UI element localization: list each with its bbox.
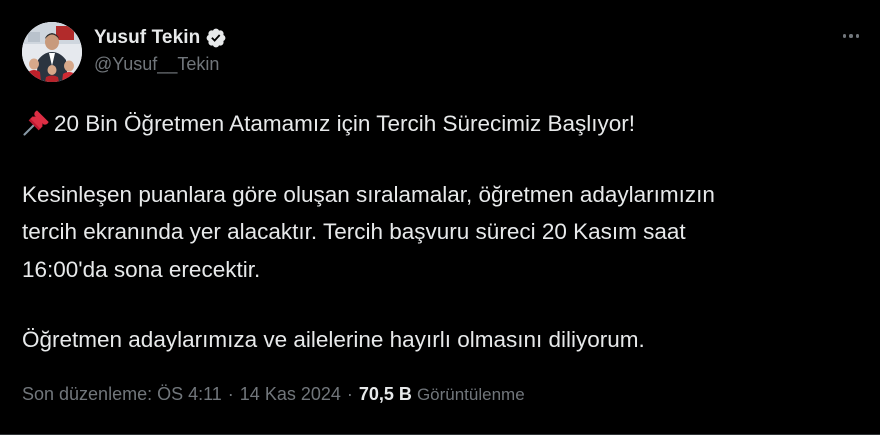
author-name-row: Yusuf Tekin xyxy=(94,26,227,50)
views-label: Görüntülenme xyxy=(416,384,525,404)
tweet-date[interactable]: 14 Kas 2024 xyxy=(240,384,341,405)
tweet-title: 20 Bin Öğretmen Atamamız için Tercih Sür… xyxy=(22,105,852,143)
avatar-photo xyxy=(22,22,82,82)
verified-badge-icon[interactable] xyxy=(205,27,227,49)
views-count: 70,5 B xyxy=(358,384,412,404)
tweet-card: Yusuf Tekin @Yusuf__Tekin 20 Bin Öğretme… xyxy=(0,0,880,435)
tweet-meta: Son düzenleme: ÖS 4:11 · 14 Kas 2024 · 7… xyxy=(22,384,525,405)
author-handle[interactable]: @Yusuf__Tekin xyxy=(94,54,227,75)
author-block: Yusuf Tekin @Yusuf__Tekin xyxy=(94,26,227,75)
meta-separator: · xyxy=(227,384,234,404)
avatar[interactable] xyxy=(22,22,82,82)
more-options-button[interactable] xyxy=(836,26,866,46)
more-dot-icon xyxy=(855,34,860,38)
more-dot-icon xyxy=(849,34,853,38)
pushpin-icon xyxy=(23,110,49,136)
edited-time-link[interactable]: Son düzenleme: ÖS 4:11 xyxy=(22,384,222,405)
tweet-paragraph-1-line-3: 16:00'da sona erecektir. xyxy=(22,256,261,282)
tweet-paragraph-2: Öğretmen adaylarımıza ve ailelerine hayı… xyxy=(22,327,645,352)
tweet-text: 20 Bin Öğretmen Atamamız için Tercih Sür… xyxy=(22,105,852,359)
more-dot-icon xyxy=(842,34,847,38)
meta-separator: · xyxy=(346,384,353,404)
tweet-paragraph-1-line-1: Kesinleşen puanlara göre oluşan sıralama… xyxy=(22,181,715,207)
tweet-title-text: 20 Bin Öğretmen Atamamız için Tercih Sür… xyxy=(54,111,636,136)
author-display-name[interactable]: Yusuf Tekin xyxy=(94,27,200,49)
tweet-paragraph-1-line-2: tercih ekranında yer alacaktır. Tercih b… xyxy=(22,219,686,244)
